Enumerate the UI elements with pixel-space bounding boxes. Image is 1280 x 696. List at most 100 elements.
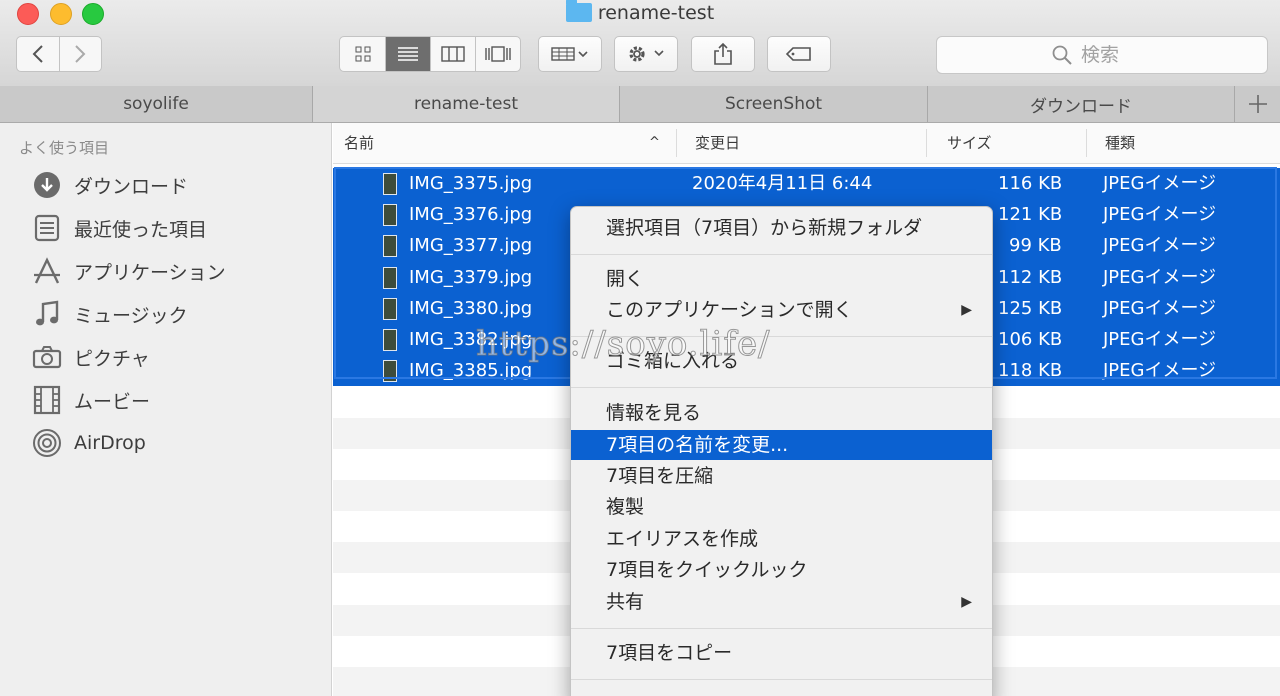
sort-ascending-indicator: ^ xyxy=(649,135,660,150)
file-size: 99 KB xyxy=(1009,235,1062,257)
file-name: IMG_3379.jpg xyxy=(409,266,533,288)
context-menu: 選択項目（7項目）から新規フォルダ 開く このアプリケーションで開く ▶ ゴミ箱に… xyxy=(570,206,993,696)
image-thumbnail xyxy=(383,173,397,195)
image-thumbnail xyxy=(383,297,397,320)
column-date[interactable]: 変更日 xyxy=(695,123,740,163)
menu-item-new-folder-with-selection[interactable]: 選択項目（7項目）から新規フォルダ xyxy=(571,213,992,243)
forward-button[interactable] xyxy=(60,37,102,71)
sidebar-heading: よく使う項目 xyxy=(19,139,110,157)
tab-downloads[interactable]: ダウンロード xyxy=(928,86,1235,122)
column-divider[interactable] xyxy=(676,129,677,157)
menu-item-rename[interactable]: 7項目の名前を変更... xyxy=(571,430,992,460)
share-button[interactable] xyxy=(691,36,755,72)
camera-icon xyxy=(32,342,62,372)
coverflow-view-button[interactable] xyxy=(476,37,520,71)
file-kind: JPEGイメージ xyxy=(1103,173,1217,194)
menu-item-get-info[interactable]: 情報を見る xyxy=(571,398,992,428)
file-date: 2020年4月11日 6:44 xyxy=(692,173,873,194)
menu-separator xyxy=(571,387,992,388)
menu-separator xyxy=(571,628,992,629)
menu-item-compress[interactable]: 7項目を圧縮 xyxy=(571,461,992,491)
gear-icon xyxy=(629,46,664,62)
tab-screenshot[interactable]: ScreenShot xyxy=(620,86,928,122)
list-view-button[interactable] xyxy=(386,37,432,71)
column-name[interactable]: 名前 xyxy=(344,123,374,163)
image-thumbnail xyxy=(383,266,397,289)
menu-item-open-with[interactable]: このアプリケーションで開く ▶ xyxy=(571,295,992,325)
share-icon xyxy=(714,42,732,65)
file-kind: JPEGイメージ xyxy=(1103,204,1217,226)
sidebar-item-pictures[interactable]: ピクチャ xyxy=(32,341,150,373)
file-name: IMG_3375.jpg xyxy=(409,173,533,194)
back-button[interactable] xyxy=(17,37,60,71)
file-size: 121 KB xyxy=(998,204,1063,226)
image-thumbnail xyxy=(383,328,397,351)
file-size: 116 KB xyxy=(998,173,1063,194)
column-view-icon xyxy=(441,46,465,62)
file-name: IMG_3376.jpg xyxy=(409,204,533,226)
tag-icon xyxy=(785,47,811,61)
image-thumbnail xyxy=(383,235,397,258)
recent-icon xyxy=(32,213,62,243)
menu-item-make-alias[interactable]: エイリアスを作成 xyxy=(571,524,992,554)
menu-separator xyxy=(571,254,992,255)
finder-window: rename-test 検索 soyolife rename-test Scre… xyxy=(0,0,1280,696)
history-nav xyxy=(16,36,102,72)
movie-icon xyxy=(32,385,62,415)
watermark: https://soyo.life/ xyxy=(476,324,771,365)
file-kind: JPEGイメージ xyxy=(1103,235,1217,257)
new-tab-button[interactable] xyxy=(1235,86,1280,122)
column-divider[interactable] xyxy=(1086,129,1087,157)
arrange-icon xyxy=(551,47,588,61)
tab-rename-test[interactable]: rename-test xyxy=(313,86,620,122)
submenu-arrow-icon: ▶ xyxy=(961,594,972,610)
search-input[interactable] xyxy=(1079,43,1153,67)
view-switcher xyxy=(339,36,521,72)
file-name: IMG_3380.jpg xyxy=(409,297,533,319)
chevron-left-icon xyxy=(32,45,43,63)
search-field[interactable] xyxy=(936,36,1268,74)
file-size: 118 KB xyxy=(998,360,1063,382)
column-kind[interactable]: 種類 xyxy=(1105,123,1135,163)
tab-soyolife[interactable]: soyolife xyxy=(0,86,313,122)
sidebar-item-downloads[interactable]: ダウンロード xyxy=(32,169,188,201)
chevron-right-icon xyxy=(75,45,86,63)
column-size[interactable]: サイズ xyxy=(947,123,992,163)
column-view-button[interactable] xyxy=(431,37,476,71)
file-name: IMG_3377.jpg xyxy=(409,235,533,257)
image-thumbnail xyxy=(383,360,397,383)
menu-item-open[interactable]: 開く xyxy=(571,264,992,294)
tab-bar: soyolife rename-test ScreenShot ダウンロード xyxy=(0,86,1280,123)
file-size: 112 KB xyxy=(998,266,1063,288)
action-button[interactable] xyxy=(614,36,678,72)
column-divider[interactable] xyxy=(926,129,927,157)
menu-item-share[interactable]: 共有 ▶ xyxy=(571,587,992,617)
file-kind: JPEGイメージ xyxy=(1103,297,1217,319)
sidebar-item-movies[interactable]: ムービー xyxy=(32,384,150,416)
menu-item-quick-look[interactable]: 7項目をクイックルック xyxy=(571,555,992,585)
sidebar-item-recents[interactable]: 最近使った項目 xyxy=(32,212,207,244)
sidebar: よく使う項目 ダウンロード 最近使った項目 アプリケーション ミュージック ピク… xyxy=(0,123,332,696)
plus-icon xyxy=(1248,95,1267,113)
image-thumbnail xyxy=(383,204,397,227)
table-row[interactable]: IMG_3375.jpg 2020年4月11日 6:44 116 KB JPEG… xyxy=(333,168,1280,200)
sidebar-item-airdrop[interactable]: AirDrop xyxy=(32,427,146,459)
search-icon xyxy=(1052,45,1072,65)
file-kind: JPEGイメージ xyxy=(1103,328,1217,350)
arrange-button[interactable] xyxy=(538,36,602,72)
file-kind: JPEGイメージ xyxy=(1103,266,1217,288)
icon-view-button[interactable] xyxy=(340,37,387,71)
music-icon xyxy=(32,299,62,329)
icon-view-icon xyxy=(355,46,371,62)
menu-item-duplicate[interactable]: 複製 xyxy=(571,492,992,522)
file-size: 106 KB xyxy=(998,328,1063,350)
sidebar-item-applications[interactable]: アプリケーション xyxy=(32,255,226,287)
menu-item-copy[interactable]: 7項目をコピー xyxy=(571,638,992,668)
sidebar-item-music[interactable]: ミュージック xyxy=(32,298,188,330)
menu-separator xyxy=(571,679,992,680)
toolbar: rename-test xyxy=(0,0,1280,87)
list-view-icon xyxy=(398,47,419,61)
tags-button[interactable] xyxy=(767,36,831,72)
airdrop-icon xyxy=(32,428,62,458)
file-size: 125 KB xyxy=(998,297,1063,319)
